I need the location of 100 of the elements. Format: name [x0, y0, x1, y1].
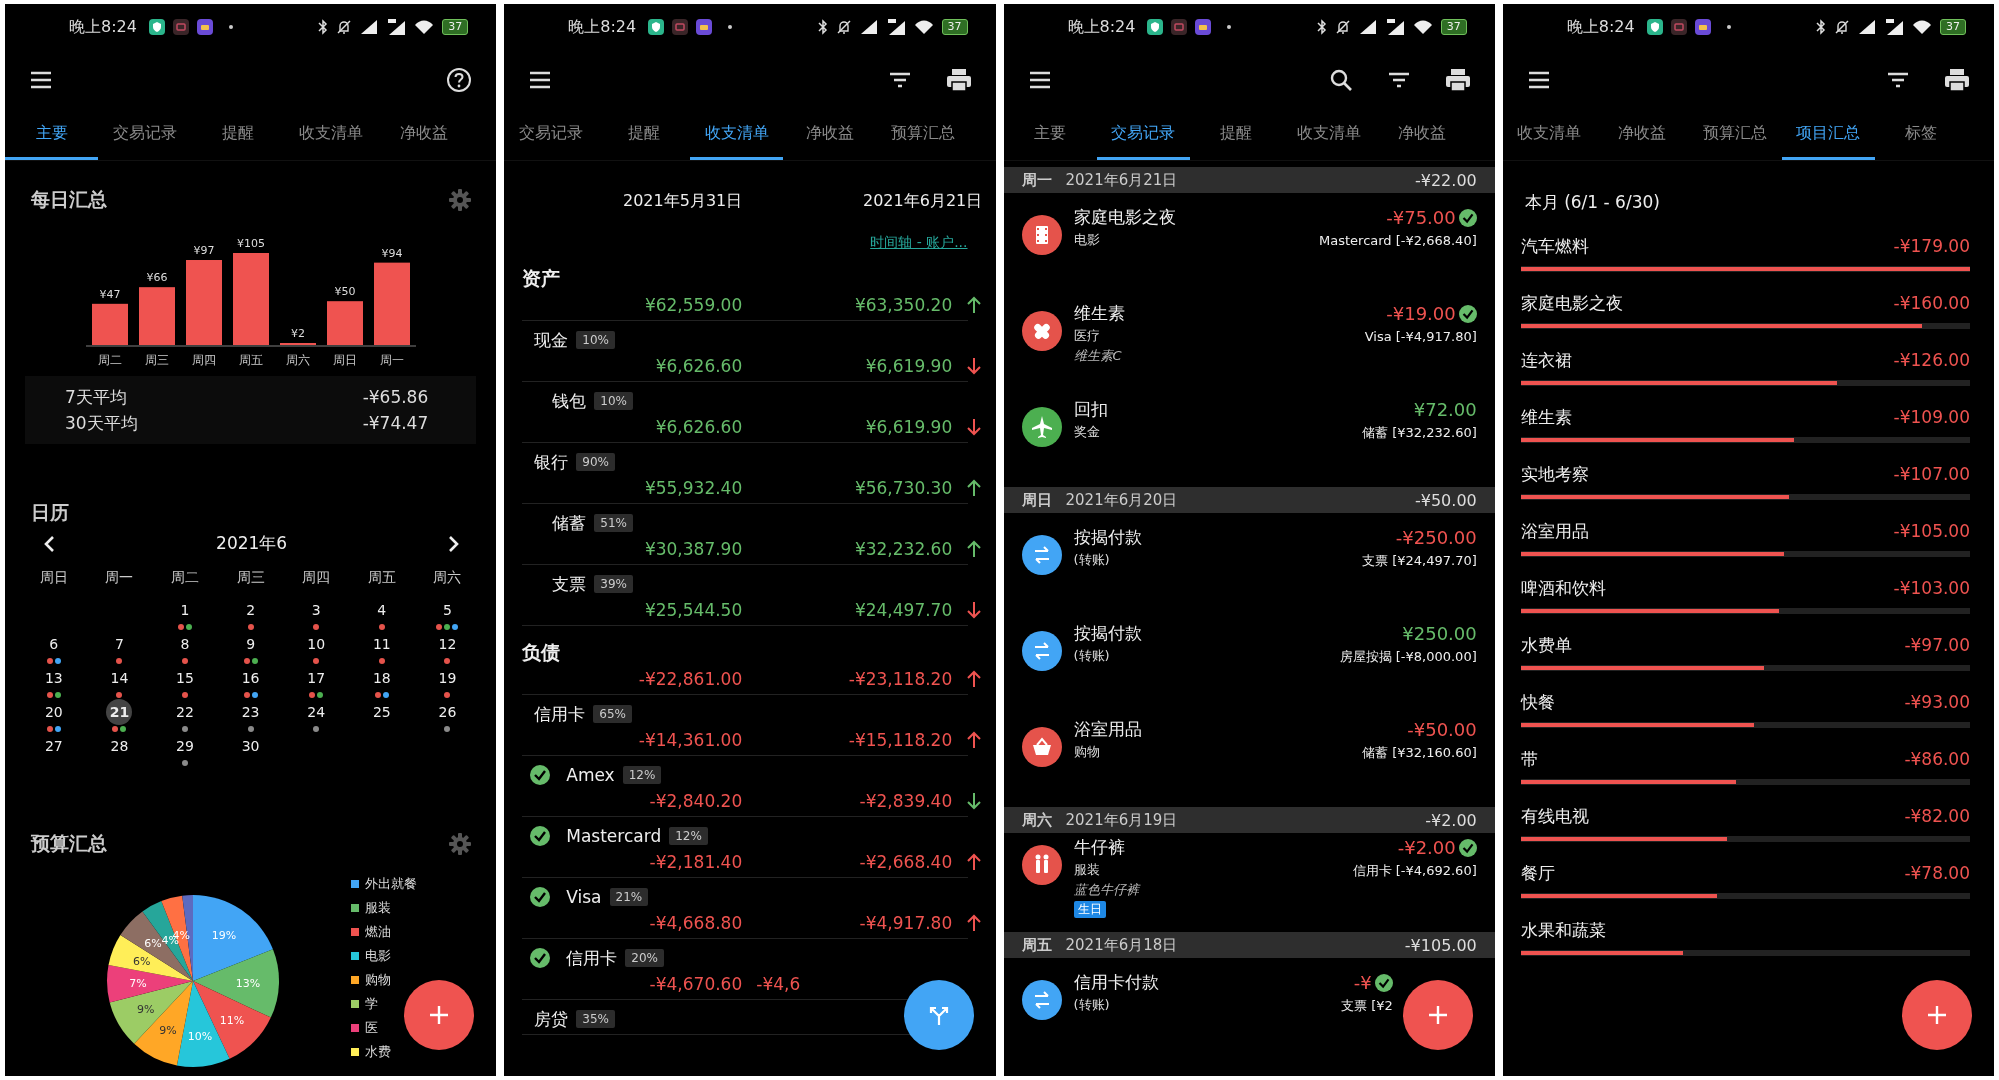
weekday: 周一 [1021, 170, 1052, 190]
slice-label: 9% [159, 1024, 177, 1038]
search-icon[interactable] [1328, 68, 1353, 92]
calendar-day[interactable]: 13 [40, 665, 67, 691]
calendar-day[interactable]: 24 [303, 699, 330, 725]
amount: -¥4,6 [756, 974, 801, 994]
calendar-day[interactable]: 18 [368, 665, 395, 691]
calendar-day[interactable]: 11 [368, 631, 395, 657]
notification-dot-icon [228, 25, 233, 29]
tab[interactable]: 标签 [1874, 110, 1968, 160]
tab[interactable]: 净收益 [783, 110, 877, 160]
wifi-icon [913, 19, 934, 35]
menu-icon[interactable] [29, 70, 53, 90]
previous-month-icon[interactable] [43, 534, 55, 553]
calendar-day[interactable]: 29 [172, 733, 198, 759]
calendar-day[interactable]: 30 [237, 733, 264, 759]
settings-icon[interactable] [448, 188, 473, 212]
tab[interactable]: 净收益 [377, 110, 470, 160]
tab[interactable]: 项目汇总 [1781, 110, 1875, 160]
calendar-day[interactable]: 4 [368, 597, 395, 623]
calendar-day[interactable]: 26 [434, 699, 461, 725]
calendar-day[interactable]: 23 [237, 699, 264, 725]
tag[interactable]: 生日 [1073, 901, 1106, 918]
menu-icon[interactable] [1027, 70, 1052, 90]
legend-label: 燃油 [365, 923, 391, 941]
menu-icon[interactable] [528, 70, 553, 90]
calendar-day[interactable]: 19 [434, 665, 461, 691]
calendar-day[interactable]: 6 [40, 631, 67, 657]
filter-icon[interactable] [1386, 70, 1411, 90]
bar-value-label: ¥97 [193, 244, 215, 257]
tab[interactable]: 交易记录 [504, 110, 598, 160]
account-balance: 储蓄 [¥32,160.60] [1362, 744, 1477, 762]
calendar-day[interactable]: 20 [40, 699, 67, 725]
calendar-day[interactable]: 16 [237, 665, 264, 691]
filter-icon[interactable] [887, 70, 912, 90]
calendar-day[interactable]: 22 [172, 699, 198, 725]
amount: -¥126.00 [1893, 349, 1970, 372]
filter-icon[interactable] [1886, 70, 1910, 90]
tab[interactable]: 预算汇总 [1688, 110, 1782, 160]
tab[interactable]: 提醒 [597, 110, 691, 160]
menu-icon[interactable] [1526, 70, 1551, 90]
tab[interactable]: 提醒 [191, 110, 284, 160]
settings-icon[interactable] [448, 832, 473, 856]
calendar-day[interactable]: 3 [303, 597, 330, 623]
tab[interactable]: 收支清单 [284, 110, 377, 160]
tab[interactable]: 主要 [5, 110, 98, 160]
calendar-day[interactable]: 15 [172, 665, 198, 691]
timeline-link[interactable]: 时间轴 - 账户... [870, 234, 968, 250]
calendar-day[interactable]: 12 [434, 631, 461, 657]
status-time: 晚上8:24 [1067, 16, 1136, 38]
calendar-day[interactable]: 7 [106, 631, 133, 657]
legend-label: 服装 [365, 899, 391, 917]
calendar-day[interactable]: 9 [237, 631, 264, 657]
calendar-day[interactable]: 10 [303, 631, 330, 657]
amount: -¥23,118.20 [848, 669, 953, 689]
amount: -¥4,917.80 [859, 913, 953, 933]
amount: -¥ [1353, 971, 1372, 995]
section-title: 日历 [31, 500, 69, 525]
account-name: Visa [566, 887, 602, 907]
tab[interactable]: 预算汇总 [876, 110, 970, 160]
calendar-day[interactable]: 5 [434, 597, 461, 623]
category: 购物 [1073, 743, 1100, 761]
tab[interactable]: 收支清单 [690, 110, 784, 160]
calendar-day[interactable]: 2 [237, 597, 264, 623]
calendar-day[interactable]: 1 [172, 597, 198, 623]
bar-value-label: ¥105 [236, 237, 265, 250]
legend-label: 外出就餐 [365, 875, 417, 893]
help-icon[interactable] [446, 67, 473, 93]
weekday-label: 周六 [432, 568, 463, 587]
transaction-title: 按揭付款 [1073, 622, 1142, 645]
printer-icon[interactable] [1944, 68, 1970, 92]
calendar-day[interactable]: 25 [368, 699, 395, 725]
printer-icon[interactable] [1444, 68, 1471, 92]
printer-icon[interactable] [945, 68, 972, 92]
calendar-day[interactable]: 8 [172, 631, 198, 657]
tab[interactable]: 交易记录 [1096, 110, 1190, 160]
category: 医疗 [1073, 327, 1100, 345]
status-time: 晚上8:24 [568, 16, 637, 38]
amount: -¥78.00 [1904, 862, 1970, 885]
calendar-day[interactable]: 17 [303, 665, 330, 691]
tab[interactable]: 净收益 [1595, 110, 1689, 160]
calendar-day[interactable]: 14 [106, 665, 133, 691]
date: 2021年6月21日 [1065, 170, 1178, 190]
tab[interactable]: 交易记录 [98, 110, 191, 160]
calendar-day[interactable]: 27 [40, 733, 67, 759]
calendar-day[interactable]: 28 [106, 733, 133, 759]
date-heading: 2021年5月31日 [622, 191, 743, 212]
tab[interactable]: 主要 [1003, 110, 1097, 160]
amount: ¥55,932.40 [644, 478, 743, 498]
calendar-day[interactable]: 21 [106, 699, 133, 725]
tab[interactable]: 收支清单 [1502, 110, 1596, 160]
axis-label: 周一 [379, 353, 404, 367]
tab[interactable]: 提醒 [1189, 110, 1283, 160]
account-name: 支票 [552, 572, 587, 596]
chart-bar [326, 301, 363, 345]
account-name: 钱包 [552, 389, 587, 413]
amount: -¥2,181.40 [649, 852, 743, 872]
tab[interactable]: 净收益 [1375, 110, 1469, 160]
tab[interactable]: 收支清单 [1282, 110, 1376, 160]
next-month-icon[interactable] [448, 534, 461, 553]
